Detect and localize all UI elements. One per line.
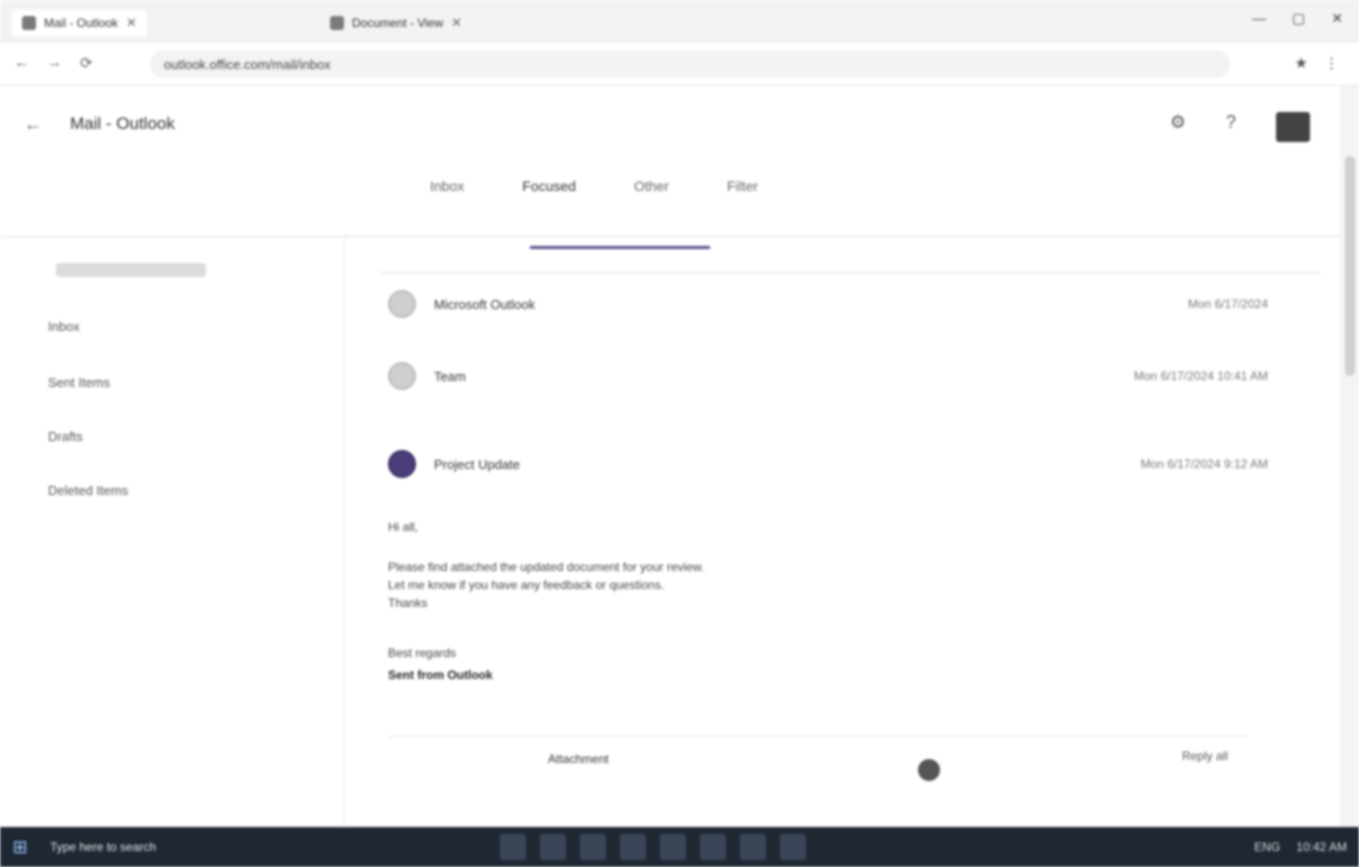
taskbar-apps	[500, 827, 806, 867]
reply-all-button[interactable]: Reply all	[1182, 749, 1228, 763]
app-back-icon[interactable]: ←	[24, 114, 42, 135]
taskbar-app-icon[interactable]	[540, 834, 566, 860]
tab-title: Document - View	[352, 16, 444, 30]
close-tab-icon[interactable]: ✕	[126, 15, 137, 31]
bookmark-star-icon[interactable]: ★	[1295, 54, 1308, 72]
page-tabs: Inbox Focused Other Filter	[430, 178, 758, 202]
language-indicator[interactable]: ENG	[1254, 840, 1280, 854]
app-header: ← Mail - Outlook ⚙ ?	[0, 86, 1340, 166]
body-line: Let me know if you have any feedback or …	[388, 578, 665, 592]
clock[interactable]: 10:42 AM	[1296, 840, 1347, 854]
sidebar-header	[56, 263, 206, 277]
avatar	[388, 290, 416, 318]
browser-toolbar: ← → ⟳ outlook.office.com/mail/inbox ★ ⋮	[0, 42, 1359, 86]
taskbar-app-icon[interactable]	[500, 834, 526, 860]
message-greeting: Hi all,	[388, 520, 419, 534]
message-signature: Best regards	[388, 646, 457, 660]
list-item[interactable]: Microsoft Outlook Mon 6/17/2024	[388, 280, 1268, 328]
tab-inbox[interactable]: Inbox	[430, 178, 464, 202]
taskbar-app-icon[interactable]	[620, 834, 646, 860]
sender-name: Microsoft Outlook	[434, 296, 536, 312]
message-date: Mon 6/17/2024 9:12 AM	[1140, 457, 1268, 471]
taskbar-app-icon[interactable]	[660, 834, 686, 860]
tab-title: Mail - Outlook	[44, 16, 119, 30]
browser-tab-2[interactable]: Document - View ✕	[320, 10, 472, 36]
address-input[interactable]: outlook.office.com/mail/inbox	[150, 50, 1230, 78]
reload-icon[interactable]: ⟳	[80, 54, 93, 72]
forward-icon[interactable]: →	[47, 54, 62, 72]
address-text: outlook.office.com/mail/inbox	[164, 56, 331, 72]
close-window-icon[interactable]: ✕	[1331, 10, 1343, 27]
attachment-chip[interactable]: Attachment	[548, 752, 609, 766]
taskbar-app-icon[interactable]	[740, 834, 766, 860]
sidebar-item-deleted[interactable]: Deleted Items	[48, 483, 128, 498]
taskbar: ⊞ Type here to search ENG 10:42 AM	[0, 827, 1359, 867]
taskbar-app-icon[interactable]	[780, 834, 806, 860]
taskbar-app-icon[interactable]	[700, 834, 726, 860]
reply-icon[interactable]	[918, 759, 940, 781]
tab-focused[interactable]: Focused	[522, 178, 576, 202]
active-tab-indicator	[530, 246, 710, 249]
browser-tab-bar: Mail - Outlook ✕ Document - View ✕ — ▢ ✕	[0, 0, 1359, 42]
message-body: Please find attached the updated documen…	[388, 558, 948, 612]
sidebar-item-drafts[interactable]: Drafts	[48, 429, 83, 444]
scrollbar-thumb[interactable]	[1345, 156, 1355, 376]
taskbar-app-icon[interactable]	[580, 834, 606, 860]
sender-name: Project Update	[434, 456, 520, 472]
window-controls: — ▢ ✕	[1252, 10, 1343, 27]
avatar	[388, 362, 416, 390]
sidebar: Inbox Sent Items Drafts Deleted Items	[0, 237, 345, 827]
browser-tab-1[interactable]: Mail - Outlook ✕	[12, 10, 147, 36]
sender-name: Team	[434, 368, 466, 384]
list-item[interactable]: Team Mon 6/17/2024 10:41 AM	[388, 352, 1268, 400]
back-icon[interactable]: ←	[14, 54, 29, 72]
tab-favicon-icon	[330, 16, 344, 30]
header-actions: ⚙ ?	[1170, 112, 1310, 142]
settings-icon[interactable]: ⚙	[1170, 112, 1186, 142]
message-date: Mon 6/17/2024 10:41 AM	[1133, 369, 1268, 383]
tab-filter[interactable]: Filter	[727, 178, 758, 202]
windows-start-icon[interactable]: ⊞	[0, 827, 40, 867]
nav-buttons: ← → ⟳	[14, 54, 93, 72]
sidebar-item-sent[interactable]: Sent Items	[48, 375, 110, 390]
maximize-icon[interactable]: ▢	[1292, 10, 1305, 27]
taskbar-search[interactable]: Type here to search	[50, 840, 156, 854]
body-line: Please find attached the updated documen…	[388, 560, 705, 574]
tab-other[interactable]: Other	[634, 178, 669, 202]
close-tab-icon[interactable]: ✕	[451, 15, 462, 31]
sidebar-item-inbox[interactable]: Inbox	[48, 319, 80, 334]
reading-pane: Microsoft Outlook Mon 6/17/2024 Team Mon…	[350, 262, 1320, 832]
attachment-bar: Attachment Reply all	[388, 736, 1248, 781]
extension-buttons: ★ ⋮	[1295, 54, 1339, 72]
browser-menu-icon[interactable]: ⋮	[1324, 54, 1339, 72]
tab-favicon-icon	[22, 16, 36, 30]
minimize-icon[interactable]: —	[1252, 10, 1266, 27]
message-date: Mon 6/17/2024	[1187, 297, 1268, 311]
message-footer: Sent from Outlook	[388, 668, 493, 682]
avatar	[388, 450, 416, 478]
body-line: Thanks	[388, 596, 428, 610]
page-scrollbar[interactable]	[1340, 86, 1359, 827]
list-item[interactable]: Project Update Mon 6/17/2024 9:12 AM	[388, 440, 1268, 488]
list-divider	[380, 272, 1320, 273]
help-icon[interactable]: ?	[1226, 112, 1236, 142]
system-tray: ENG 10:42 AM	[1254, 827, 1347, 867]
avatar[interactable]	[1276, 112, 1310, 142]
page-title: Mail - Outlook	[70, 114, 175, 133]
